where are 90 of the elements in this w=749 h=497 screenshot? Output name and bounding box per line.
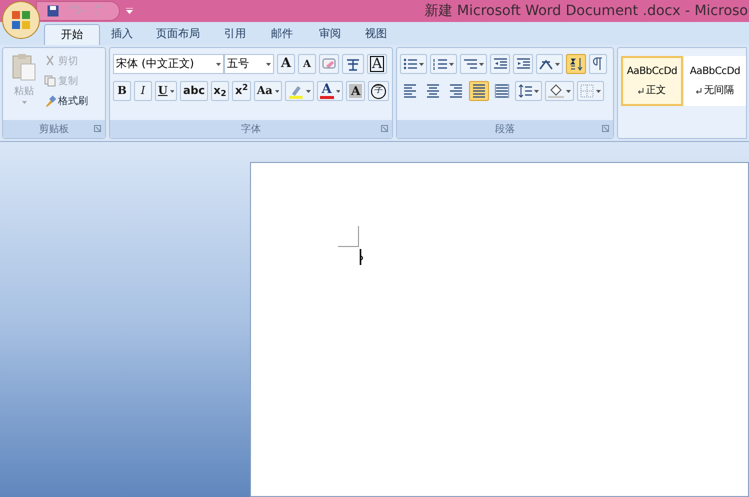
text-cursor-icon	[359, 249, 363, 265]
line-spacing-button[interactable]	[515, 81, 542, 101]
ribbon-tab[interactable]: 页面布局	[144, 24, 212, 45]
caret-icon	[555, 62, 560, 66]
margin-corner-icon	[338, 226, 360, 248]
multilevel-list-icon	[463, 58, 477, 70]
align-center-icon	[426, 84, 440, 98]
character-shading-button[interactable]: A	[346, 81, 366, 101]
bullet-list-icon	[403, 58, 417, 70]
shrink-font-button[interactable]: A	[298, 54, 316, 74]
justify-icon	[472, 84, 486, 98]
show-marks-button[interactable]	[589, 54, 607, 74]
phonetic-guide-button[interactable]	[342, 54, 364, 74]
bold-button[interactable]: B	[113, 81, 131, 101]
caret-icon	[306, 90, 311, 92]
sort-button[interactable]	[566, 54, 586, 74]
caret-icon	[336, 90, 340, 92]
sort-icon	[569, 57, 583, 71]
window-title: 新建 Microsoft Word Document .docx - Microso	[424, 2, 749, 20]
numbered-list-icon	[433, 58, 447, 70]
paint-bucket-icon	[548, 84, 564, 98]
caret-icon	[216, 62, 221, 66]
superscript-button[interactable]: x$^{2}$	[232, 81, 251, 101]
font-name-dropdown[interactable]: 宋体 (中文正文)	[113, 54, 224, 74]
italic-button[interactable]: I	[134, 81, 152, 101]
ribbon-tab[interactable]: 审阅	[306, 24, 354, 45]
multilevel-list-button[interactable]	[460, 54, 487, 74]
increase-indent-button[interactable]	[513, 54, 533, 74]
chinese-layout-button[interactable]	[536, 54, 563, 74]
font-size-dropdown[interactable]: 五号	[224, 54, 274, 74]
style-item[interactable]: AaBbCcDd 正文	[621, 56, 683, 106]
align-left-icon	[403, 84, 417, 98]
save-icon	[47, 5, 59, 17]
caret-icon	[419, 62, 424, 66]
justify-button[interactable]	[469, 81, 489, 101]
group-label: 段落	[495, 122, 515, 136]
decrease-indent-button[interactable]	[490, 54, 510, 74]
dialog-launcher-icon	[381, 125, 388, 132]
eraser-icon	[322, 57, 336, 71]
undo-icon	[67, 5, 87, 17]
caret-icon	[266, 62, 271, 66]
shading-button[interactable]	[545, 81, 574, 101]
paragraph-mark-icon	[592, 57, 604, 71]
color-bar	[320, 96, 334, 98]
paragraph-return-icon	[696, 88, 702, 94]
scissors-icon	[44, 55, 56, 67]
dialog-launcher-icon	[94, 125, 101, 132]
bullets-button[interactable]	[400, 54, 427, 74]
brush-icon	[44, 95, 56, 107]
paragraph-return-icon	[638, 88, 644, 94]
decrease-indent-icon	[493, 58, 507, 70]
ribbon-tab[interactable]: 插入	[100, 24, 144, 45]
office-logo-icon	[10, 9, 32, 31]
underline-button[interactable]: U	[155, 81, 178, 101]
clear-formatting-button[interactable]	[319, 54, 339, 74]
copy-icon	[44, 75, 56, 87]
font-color-button[interactable]: A	[316, 81, 344, 101]
subscript-button[interactable]: x$_{2}$	[210, 81, 230, 101]
customize-caret-icon	[126, 8, 133, 14]
group-label: 剪贴板	[39, 122, 69, 136]
borders-icon	[580, 84, 594, 98]
change-case-button[interactable]: Aa	[254, 81, 282, 101]
ribbon-tab[interactable]: 视图	[354, 24, 398, 45]
caret-icon	[22, 101, 26, 104]
distribute-button[interactable]	[492, 81, 512, 101]
strikethrough-button[interactable]: abc	[180, 81, 208, 101]
caret-icon	[566, 90, 571, 92]
clipboard-icon	[11, 52, 37, 82]
align-right-icon	[449, 84, 463, 98]
ribbon-tab[interactable]: 引用	[212, 24, 258, 45]
style-item[interactable]: AaBbCcDd 无间隔	[684, 56, 746, 106]
highlighter-icon	[288, 83, 304, 99]
caret-icon	[534, 90, 539, 92]
caret-icon	[449, 62, 454, 66]
distribute-icon	[495, 84, 509, 98]
increase-indent-icon	[516, 58, 530, 70]
character-border-button[interactable]: A	[367, 54, 388, 74]
ribbon-tab[interactable]: 邮件	[258, 24, 306, 45]
numbering-button[interactable]	[430, 54, 457, 74]
caret-icon	[274, 90, 280, 92]
caret-icon	[479, 62, 484, 66]
dialog-launcher-icon	[602, 125, 609, 132]
enclose-characters-button[interactable]: 字	[368, 81, 390, 101]
caret-icon	[170, 90, 174, 92]
caret-icon	[596, 90, 601, 92]
format-painter-button[interactable]: 格式刷	[44, 92, 88, 110]
group-label: 字体	[241, 122, 261, 136]
line-spacing-icon	[518, 84, 532, 98]
grow-font-button[interactable]: A	[277, 54, 295, 74]
ribbon-tab[interactable]: 开始	[44, 24, 100, 45]
